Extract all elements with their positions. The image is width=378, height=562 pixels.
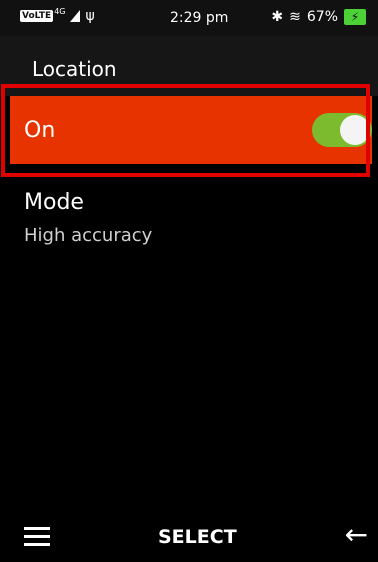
vibrate-icon: ≋ [289,9,301,25]
battery-percent: 67% [306,9,338,25]
menu-icon[interactable] [24,527,50,547]
focus-outline [1,84,370,177]
usb-icon: ψ [85,8,95,24]
page-title: Location [32,57,117,81]
status-left: VoLTE 4G ψ [20,7,95,24]
status-right: ✱ ≋ 67% ⚡ [271,8,366,26]
mode-title: Mode [24,190,84,215]
back-arrow-icon[interactable]: ← [345,521,368,549]
select-softkey[interactable]: SELECT [158,525,237,549]
status-time: 2:29 pm [170,10,229,26]
network-type: 4G [54,7,66,16]
mode-value: High accuracy [24,225,153,246]
signal-icon [69,10,80,22]
mode-setting[interactable]: Mode High accuracy [24,188,344,248]
battery-charging-icon: ⚡ [344,9,366,25]
volte-badge: VoLTE [20,10,54,22]
status-bar: VoLTE 4G ψ 2:29 pm ✱ ≋ 67% ⚡ [0,0,378,36]
bluetooth-icon: ✱ [271,9,284,25]
softkey-bar: SELECT ← [0,510,378,562]
